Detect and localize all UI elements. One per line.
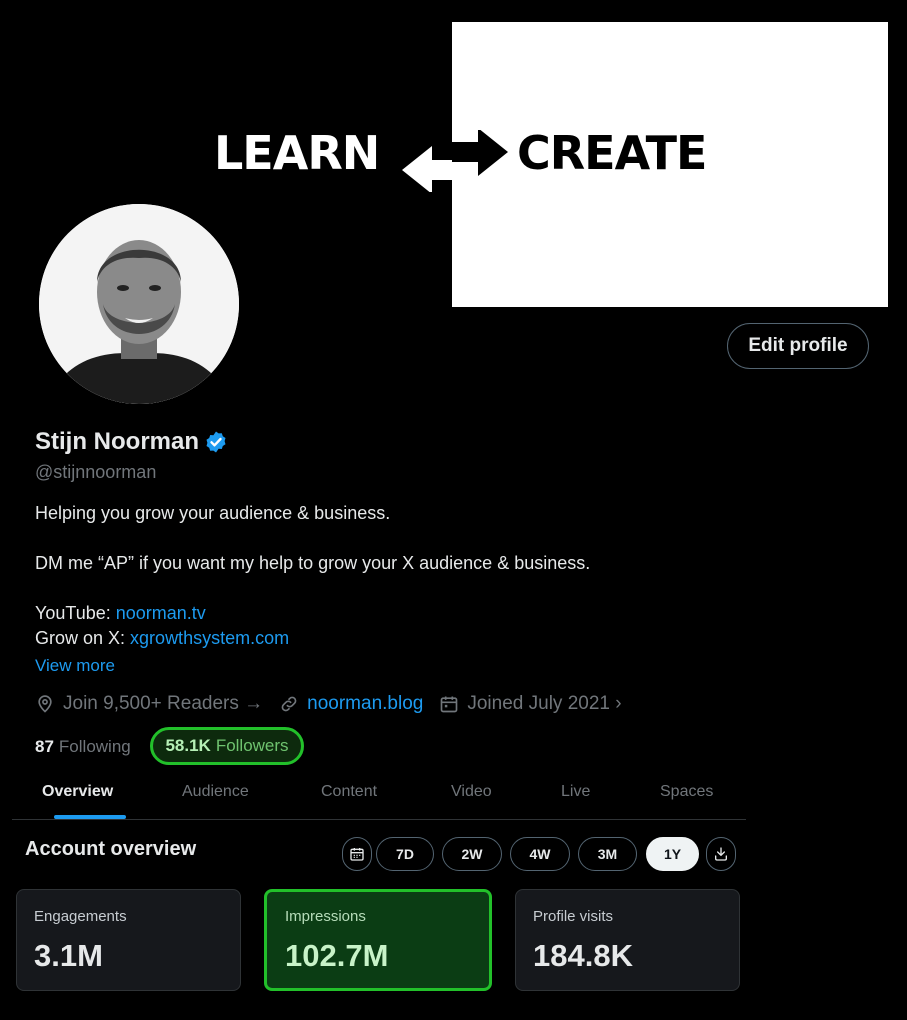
banner-learn-text: LEARN [214, 126, 380, 180]
youtube-link[interactable]: noorman.tv [116, 603, 206, 623]
followers-link[interactable]: 58.1K Followers [150, 727, 304, 765]
location-pin-icon [38, 695, 52, 713]
profile-visits-value: 184.8K [533, 938, 633, 973]
banner-create-text: CREATE [517, 126, 707, 180]
date-picker-button[interactable] [342, 837, 372, 871]
profile-visits-label: Profile visits [533, 908, 614, 925]
tab-audience[interactable]: Audience [182, 783, 249, 801]
followers-count: 58.1K [165, 736, 211, 755]
bio-line-2: DM me “AP” if you want my help to grow y… [35, 553, 591, 573]
meta-blog-link[interactable]: noorman.blog [307, 693, 423, 715]
active-tab-indicator [54, 815, 126, 819]
engagements-label: Engagements [34, 908, 127, 925]
grow-link[interactable]: xgrowthsystem.com [130, 628, 289, 648]
profile-avatar[interactable] [39, 204, 239, 404]
range-2w-button[interactable]: 2W [442, 837, 502, 871]
engagements-card[interactable]: Engagements 3.1M [16, 889, 241, 991]
view-more-link[interactable]: View more [35, 656, 115, 676]
calendar-icon [350, 848, 364, 861]
grow-label: Grow on X: [35, 628, 131, 648]
following-label: Following [58, 737, 131, 756]
followers-label: Followers [215, 736, 289, 755]
youtube-label: YouTube: [35, 603, 116, 623]
tab-content[interactable]: Content [321, 783, 377, 801]
download-icon [715, 847, 727, 861]
avatar-portrait-image [39, 204, 239, 404]
tab-live[interactable]: Live [561, 783, 590, 801]
account-overview-title: Account overview [25, 838, 197, 860]
bio-line-1: Helping you grow your audience & busines… [35, 503, 391, 523]
edit-profile-button[interactable]: Edit profile [727, 323, 869, 369]
following-count: 87 [35, 737, 54, 756]
range-1y-button[interactable]: 1Y [646, 837, 699, 871]
profile-visits-card[interactable]: Profile visits 184.8K [515, 889, 740, 991]
profile-handle: @stijnnoorman [35, 462, 157, 482]
meta-blog[interactable]: noorman.blog [279, 693, 423, 715]
impressions-label: Impressions [285, 908, 366, 925]
impressions-value: 102.7M [285, 938, 389, 973]
download-button[interactable] [706, 837, 736, 871]
tab-video[interactable]: Video [451, 783, 492, 801]
range-4w-button[interactable]: 4W [510, 837, 570, 871]
calendar-icon [441, 696, 458, 713]
impressions-card[interactable]: Impressions 102.7M [264, 889, 492, 991]
meta-joined[interactable]: Joined July 2021 › [439, 693, 622, 715]
analytics-tab-bar: Overview Audience Content Video Live Spa… [12, 776, 746, 820]
meta-readers[interactable]: Join 9,500+ Readers → [35, 693, 263, 715]
verified-badge-icon[interactable] [204, 430, 228, 454]
double-arrow-icon [402, 130, 508, 192]
meta-readers-text: Join 9,500+ Readers → [63, 693, 264, 714]
following-link[interactable]: 87 Following [35, 737, 131, 757]
bio-youtube-line: YouTube: noorman.tv [35, 603, 206, 624]
profile-meta-row: Join 9,500+ Readers → noorman.blog Joine… [35, 693, 638, 715]
tab-spaces[interactable]: Spaces [660, 783, 713, 801]
profile-name: Stijn Noorman [35, 428, 200, 455]
bio-grow-line: Grow on X: xgrowthsystem.com [35, 628, 289, 649]
tab-overview[interactable]: Overview [42, 783, 113, 801]
profile-name-row: Stijn Noorman [35, 428, 228, 456]
range-3m-button[interactable]: 3M [578, 837, 637, 871]
meta-joined-text: Joined July 2021 › [467, 693, 622, 714]
link-icon [281, 696, 297, 712]
engagements-value: 3.1M [34, 938, 103, 973]
range-7d-button[interactable]: 7D [376, 837, 434, 871]
